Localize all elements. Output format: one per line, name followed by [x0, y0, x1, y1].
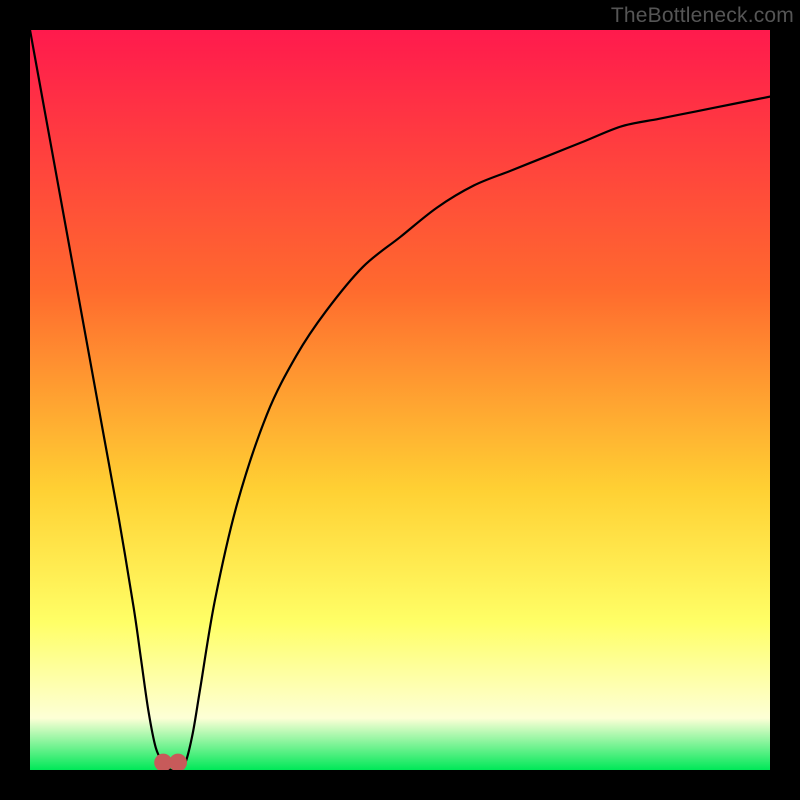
plot-area: [30, 30, 770, 770]
attribution-label: TheBottleneck.com: [611, 4, 794, 28]
chart-frame: TheBottleneck.com: [0, 0, 800, 800]
chart-svg: [30, 30, 770, 770]
